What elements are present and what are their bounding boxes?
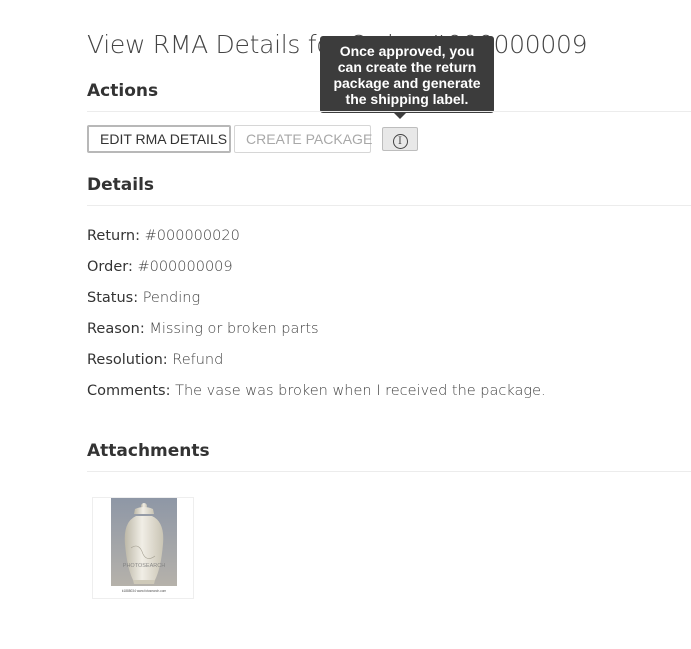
detail-label: Reason: <box>87 321 145 337</box>
detail-label: Comments: <box>87 383 171 399</box>
attachments-heading: Attachments <box>87 441 210 461</box>
actions-heading: Actions <box>87 81 159 101</box>
detail-resolution: Resolution: Refund <box>87 352 223 368</box>
detail-label: Status: <box>87 290 139 306</box>
detail-order: Order: #000000009 <box>87 259 233 275</box>
divider <box>87 205 691 206</box>
vase-image: PHOTOSEARCH k1888034 www.fotosearch.com <box>111 498 177 594</box>
detail-label: Order: <box>87 259 133 275</box>
divider <box>87 471 691 472</box>
image-caption: k1888034 www.fotosearch.com <box>122 589 167 593</box>
info-circle-icon: i <box>392 134 408 149</box>
detail-label: Return: <box>87 228 141 244</box>
edit-rma-details-button[interactable]: EDIT RMA DETAILS <box>87 125 231 153</box>
divider <box>87 111 691 112</box>
detail-reason: Reason: Missing or broken parts <box>87 321 319 337</box>
detail-value: Missing or broken parts <box>149 321 319 337</box>
detail-status: Status: Pending <box>87 290 200 306</box>
detail-comments: Comments: The vase was broken when I rec… <box>87 383 546 399</box>
detail-value: #000000009 <box>137 259 233 275</box>
detail-label: Resolution: <box>87 352 168 368</box>
info-button[interactable]: i <box>382 127 418 151</box>
create-package-button[interactable]: CREATE PACKAGE <box>234 125 372 153</box>
info-tooltip: Once approved, you can create the return… <box>320 36 494 119</box>
attachment-thumbnail[interactable]: PHOTOSEARCH k1888034 www.fotosearch.com <box>92 497 194 599</box>
detail-value: The vase was broken when I received the … <box>175 383 546 399</box>
detail-value: Refund <box>172 352 224 368</box>
detail-return: Return: #000000020 <box>87 228 240 244</box>
watermark-text: PHOTOSEARCH <box>123 563 165 569</box>
details-heading: Details <box>87 175 155 195</box>
detail-value: Pending <box>142 290 201 306</box>
detail-value: #000000020 <box>144 228 240 244</box>
